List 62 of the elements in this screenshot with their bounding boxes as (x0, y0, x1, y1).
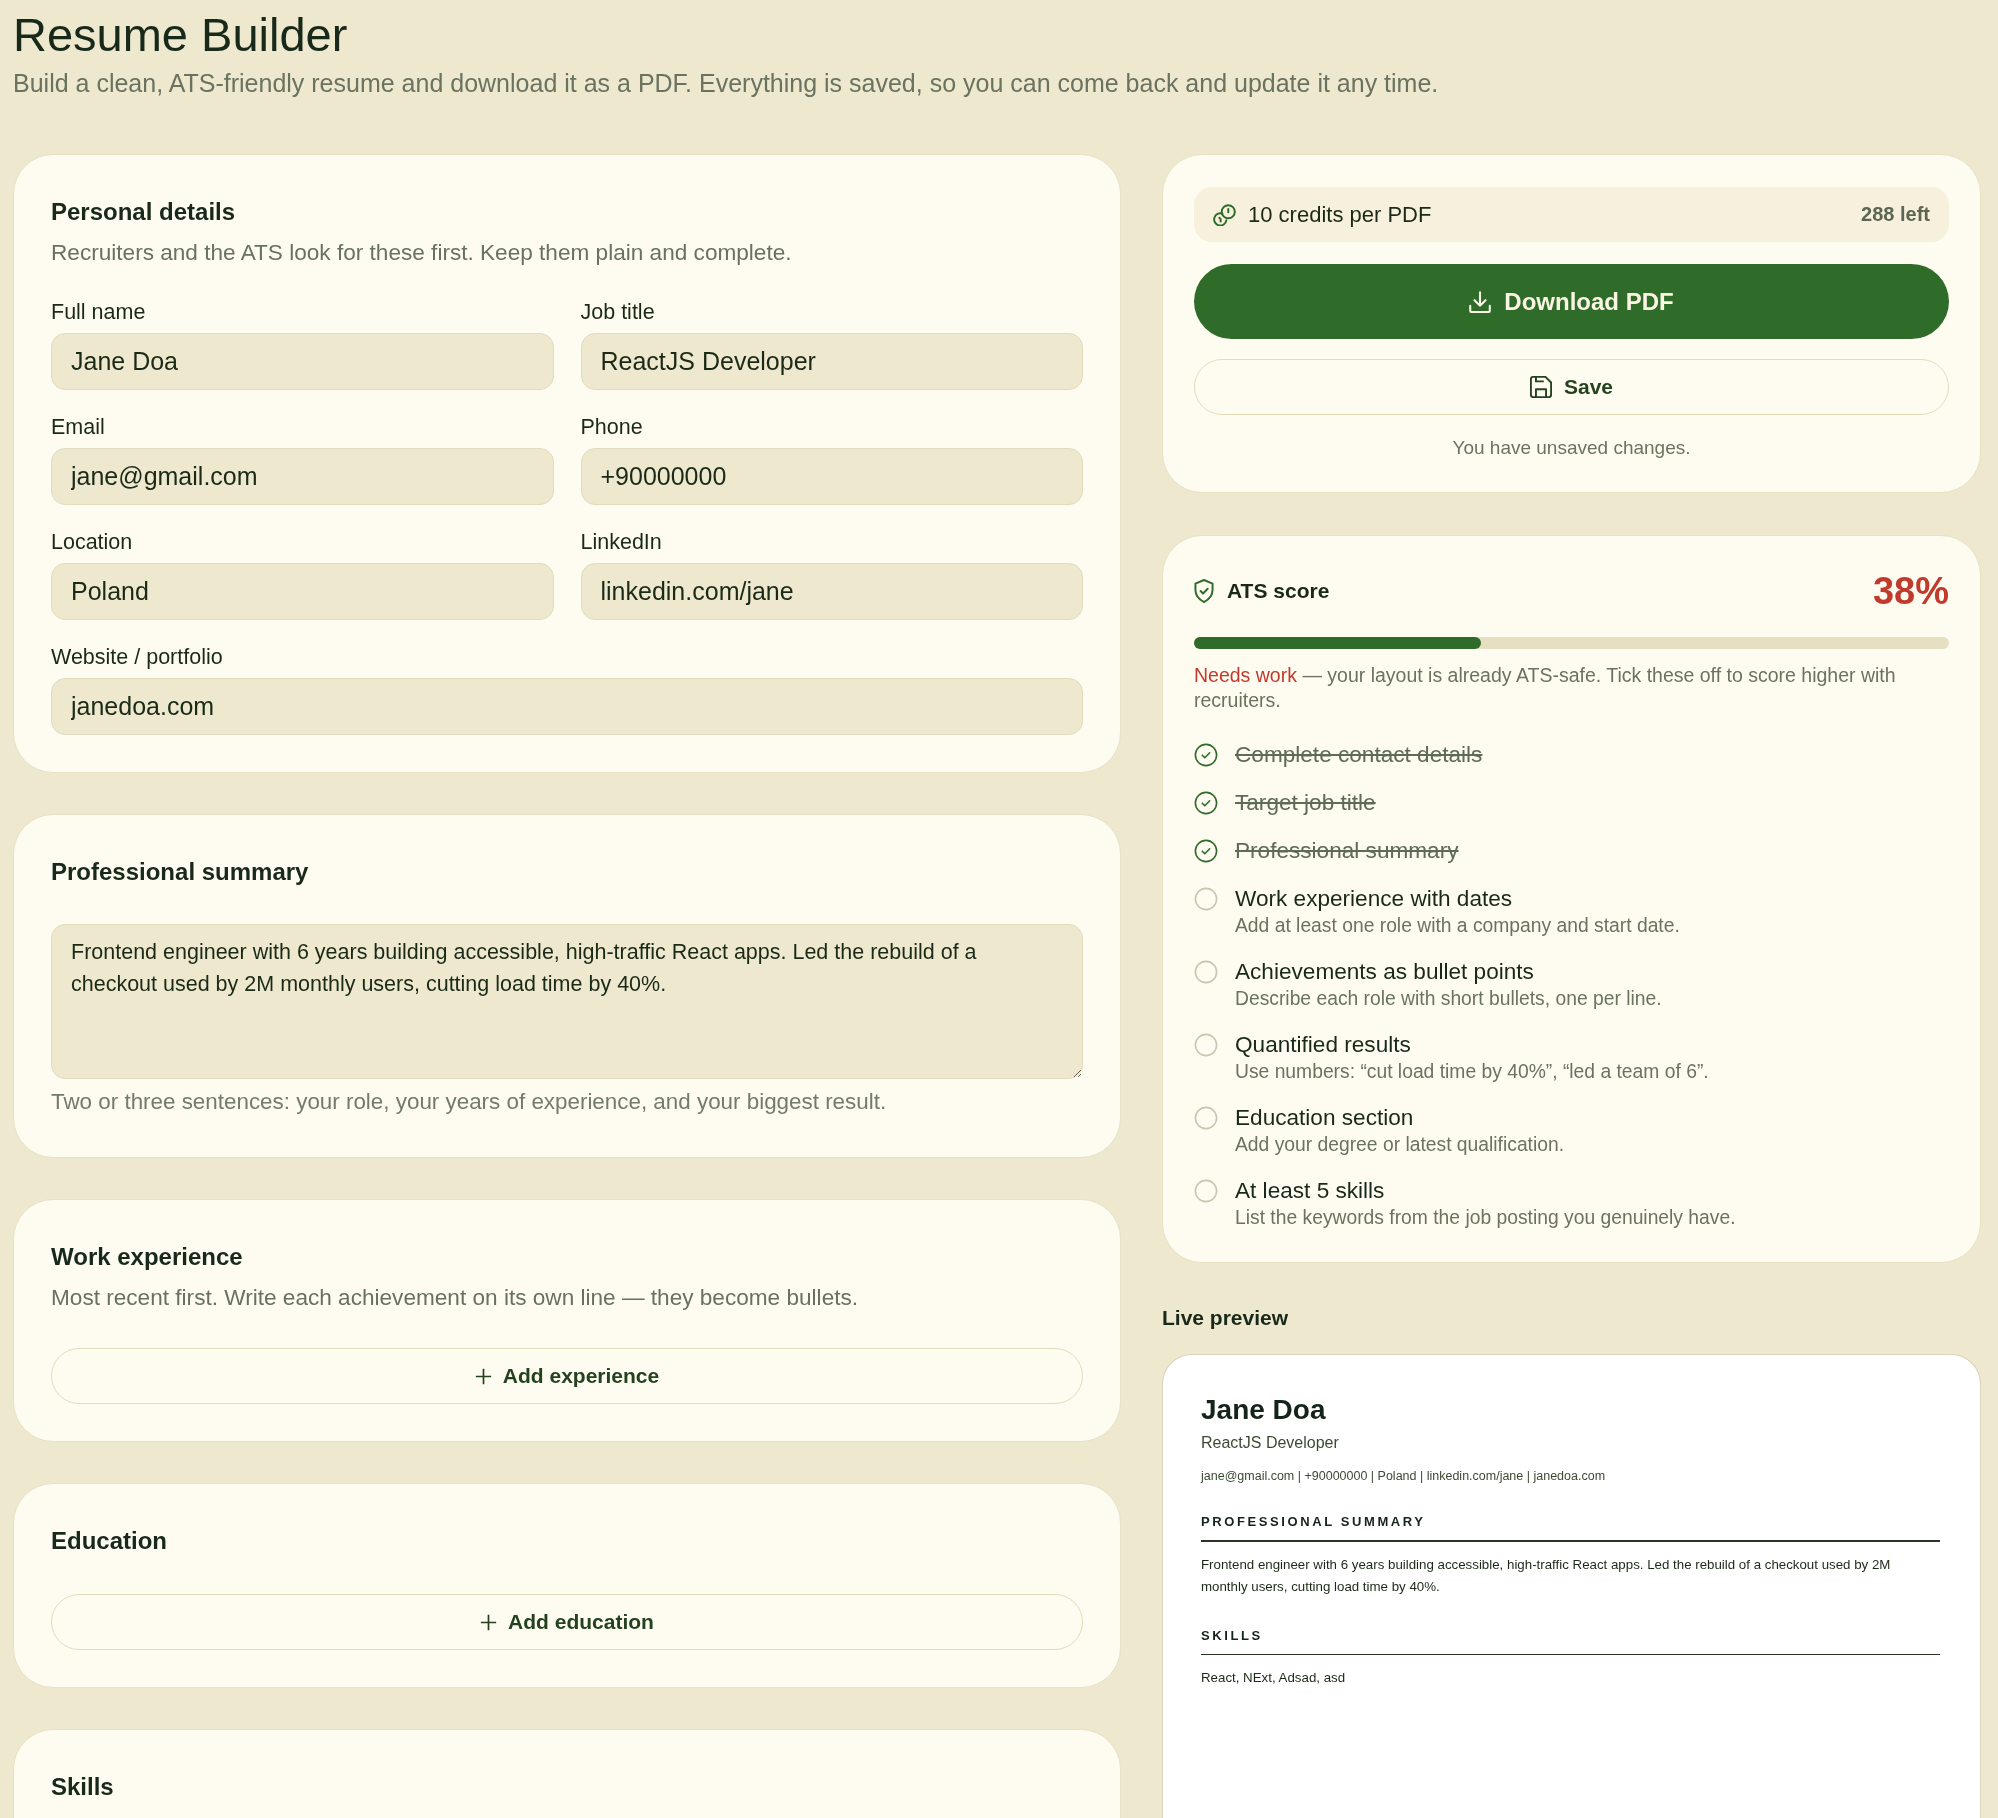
preview-section-heading: PROFESSIONAL SUMMARY (1201, 1514, 1427, 1530)
checklist-item-label: Achievements as bullet points (1235, 958, 1534, 986)
field-label: Location (51, 529, 133, 555)
checklist-item-hint: Use numbers: “cut load time by 40%”, “led a team of 6”. (1235, 1060, 1709, 1084)
checklist-item-label: At least 5 skills (1235, 1177, 1385, 1205)
field-hint: Two or three sentences: your role, your years of experience, and your biggest result. (51, 1089, 888, 1115)
field-label: Website / portfolio (51, 644, 223, 670)
save-status-text: You have unsaved changes. (1451, 436, 1692, 460)
field-label: Job title (580, 299, 655, 325)
checklist-item-hint: Add your degree or latest qualification. (1235, 1133, 1565, 1157)
preview-section-heading: SKILLS (1201, 1627, 1264, 1644)
checklist-item-label: Work experience with dates (1235, 885, 1513, 913)
field-label: Email (51, 414, 105, 440)
field-label: Phone (580, 414, 643, 440)
section-title: Professional summary (51, 857, 310, 887)
section-title: Work experience (51, 1242, 244, 1272)
add-education-button[interactable]: Add education (51, 1594, 1083, 1650)
checklist-item-label: Target job title (1235, 789, 1376, 817)
section-title: Skills (51, 1772, 115, 1802)
save-icon (1529, 376, 1552, 398)
text-input[interactable]: +90000000 (580, 448, 1083, 505)
summary-textarea[interactable]: Frontend engineer with 6 years building accessible, high-traffic React apps. Led the rebuild of a checkout used by 2M monthly users, cutting load time by 40%. (51, 924, 1083, 1079)
download-icon (1469, 290, 1492, 313)
shield-check-icon (1194, 579, 1214, 603)
field-label: Full name (51, 299, 146, 325)
section-title: Education (51, 1526, 168, 1556)
text-input[interactable]: ReactJS Developer (580, 333, 1083, 390)
download-pdf-button[interactable]: Download PDF (1194, 264, 1949, 339)
section-title: Personal details (51, 197, 237, 227)
checklist-item-label: Complete contact details (1235, 741, 1483, 769)
text-input[interactable]: linkedin.com/jane (580, 563, 1083, 620)
preview-name: Jane Doa (1201, 1393, 1327, 1427)
ats-score-title: ATS score (1227, 579, 1330, 603)
checklist-item-label: Quantified results (1235, 1031, 1411, 1059)
section-description: Recruiters and the ATS look for these first. Keep them plain and complete. (51, 240, 793, 266)
checklist-item-label: Education section (1235, 1104, 1414, 1132)
checklist-item-hint: Describe each role with short bullets, one per line. (1235, 987, 1662, 1011)
checklist-item-label: Professional summary (1235, 837, 1459, 865)
plus-icon (480, 1613, 498, 1631)
coins-icon (1213, 203, 1237, 226)
preview-section-text: Frontend engineer with 6 years building accessible, high-traffic React apps. Led the rebuild of a checkout used by 2M monthly users, cutting load time by 40%. (1201, 1555, 1892, 1596)
save-button[interactable]: Save (1194, 359, 1949, 415)
add-experience-button[interactable]: Add experience (51, 1348, 1083, 1404)
page-subtitle: Build a clean, ATS-friendly resume and download it as a PDF. Everything is saved, so you can come back and update it any time. (13, 68, 1440, 98)
text-input[interactable]: janedoa.com (51, 678, 1083, 735)
plus-icon (474, 1367, 492, 1385)
preview-section-text: React, NExt, Adsad, asd (1201, 1669, 1347, 1687)
checklist-item-hint: Add at least one role with a company and start date. (1235, 914, 1680, 938)
credits-remaining: 288 left (1861, 203, 1930, 226)
ats-score-value: 38% (1872, 569, 1949, 614)
page-title: Resume Builder (13, 7, 349, 63)
text-input[interactable]: Poland (51, 563, 554, 620)
credits-label: 10 credits per PDF (1248, 201, 1432, 228)
preview-job-title: ReactJS Developer (1201, 1433, 1340, 1453)
text-input[interactable]: jane@gmail.com (51, 448, 554, 505)
live-preview-heading: Live preview (1162, 1305, 1289, 1331)
preview-contact-line: jane@gmail.com | +90000000 | Poland | linkedin.com/jane | janedoa.com (1201, 1468, 1607, 1484)
ats-status-note: Needs work — your layout is already ATS-safe. Tick these off to score higher with recruiters. (1194, 663, 1897, 713)
field-label: LinkedIn (580, 529, 662, 555)
checklist-item-hint: List the keywords from the job posting you genuinely have. (1235, 1206, 1736, 1230)
section-description: Most recent first. Write each achievement on its own line — they become bullets. (51, 1285, 860, 1311)
text-input[interactable]: Jane Doa (51, 333, 554, 390)
